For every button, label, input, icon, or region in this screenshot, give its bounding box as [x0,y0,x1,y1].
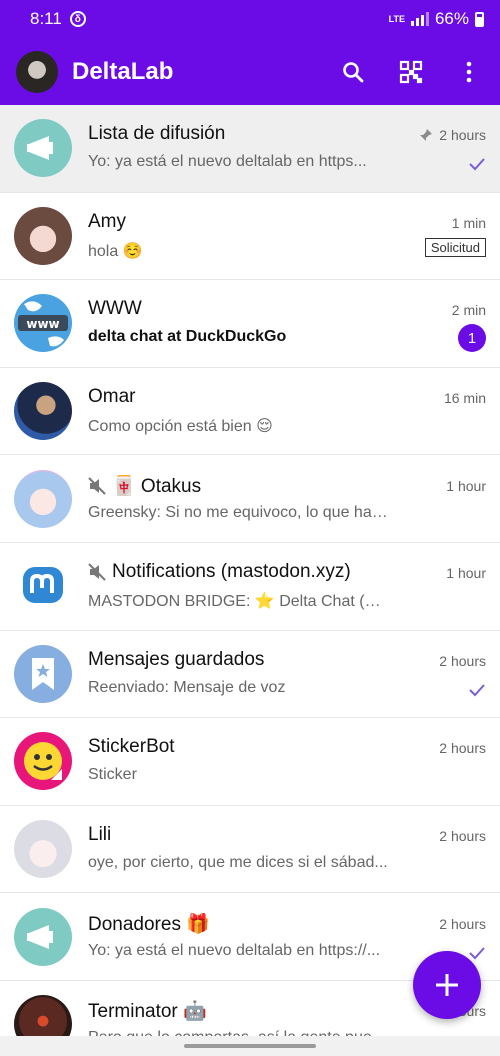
chat-name: WWW [88,298,142,320]
unread-badge: 1 [458,324,486,353]
chat-name: StickerBot [88,736,175,758]
chat-list: Lista de difusión 2 hours Yo: ya está el… [0,105,500,1056]
anime-girl-avatar [14,820,72,879]
chat-name: 🀄 Otakus [112,475,202,497]
qr-code-icon[interactable] [396,57,426,87]
battery-icon [475,11,484,27]
chat-preview: Yo: ya está el nuevo deltalab en https..… [88,153,367,171]
sticker-face-icon [14,732,72,791]
mastodon-icon [14,557,72,616]
chat-name: Donadores 🎁 [88,913,210,935]
bookmark-star-icon [14,644,72,703]
anime-girl-avatar [14,469,72,528]
chat-preview: Greensky: Si no me equivoco, lo que hay … [88,503,388,521]
person-avatar [14,382,72,441]
chat-preview: Como opción está bien 😌 [88,418,273,436]
chat-name: Mensajes guardados [88,648,265,670]
chat-preview: MASTODON BRIDGE: ⭐ Delta Chat (@de... [88,593,388,611]
chat-item[interactable]: Lista de difusión 2 hours Yo: ya está el… [0,105,500,193]
chat-item[interactable]: Mensajes guardados 2 hours Reenviado: Me… [0,630,500,719]
chat-name: Lista de difusión [88,123,226,145]
chat-preview: Reenviado: Mensaje de voz [88,678,286,696]
chat-name: Lili [88,824,112,846]
chat-time: 2 hours [439,652,486,669]
muted-icon [88,476,106,495]
chat-name: Terminator 🤖 [88,1001,207,1023]
chat-time: 2 min [451,302,486,319]
megaphone-icon [14,907,72,966]
more-vert-icon[interactable] [454,57,484,87]
chat-preview: Sticker [88,766,137,784]
megaphone-icon [14,119,72,178]
chat-time: 1 min [451,214,486,231]
status-time: 8:11 [30,9,62,28]
muted-icon [88,563,106,581]
chat-name: Amy [88,210,126,232]
delivered-check-icon [468,683,486,702]
search-icon[interactable] [338,57,368,87]
status-bar: 8:11 δ LTE 66% [0,0,500,38]
chat-item[interactable]: Omar 16 min Como opción está bien 😌 [0,367,500,456]
plus-icon [436,974,458,996]
chat-item[interactable]: 🀄 Otakus 1 hour Greensky: Si no me equiv… [0,455,500,543]
chat-time: 1 hour [446,565,486,582]
svg-text:www: www [26,317,59,331]
signal-icon [410,12,429,26]
chat-time: 1 hour [446,477,486,494]
new-chat-button[interactable] [413,951,481,1019]
delivered-check-icon [468,157,486,176]
battery-percent: 66% [434,9,469,28]
chat-item[interactable]: www WWW 2 min delta chat at DuckDuckGo 1 [0,280,500,368]
chat-item[interactable]: Notifications (mastodon.xyz) 1 hour MAST… [0,542,500,631]
chat-time: 2 hours [439,740,486,757]
chat-time: 2 hours [439,915,486,932]
chat-item[interactable]: Lili 2 hours oye, por cierto, que me dic… [0,805,500,894]
lte-icon: LTE [388,13,405,24]
system-nav-bar [0,1036,500,1056]
chat-item[interactable]: StickerBot 2 hours Sticker [0,718,500,806]
globe-www-icon: www [14,294,72,353]
pin-icon [420,129,433,142]
profile-avatar[interactable] [16,50,58,93]
chat-preview: Yo: ya está el nuevo deltalab en https:/… [88,941,381,959]
app-bar: DeltaLab [0,38,500,105]
chat-preview: delta chat at DuckDuckGo [88,328,287,346]
chat-time: 2 hours [439,127,486,144]
chat-item[interactable]: Amy 1 min hola ☺️ Solicitud [0,192,500,281]
anime-girl-avatar [14,206,72,265]
chat-preview: hola ☺️ [88,242,143,260]
chat-time: 16 min [443,390,486,407]
request-tag: Solicitud [424,237,486,257]
chat-name: Notifications (mastodon.xyz) [112,561,351,583]
chat-time: 2 hours [439,828,486,845]
app-title: DeltaLab [72,57,174,85]
chat-name: Omar [88,386,136,408]
home-handle[interactable] [184,1044,316,1048]
chat-preview: oye, por cierto, que me dices si el sába… [88,854,388,872]
deltachat-notification-icon: δ [69,11,86,27]
